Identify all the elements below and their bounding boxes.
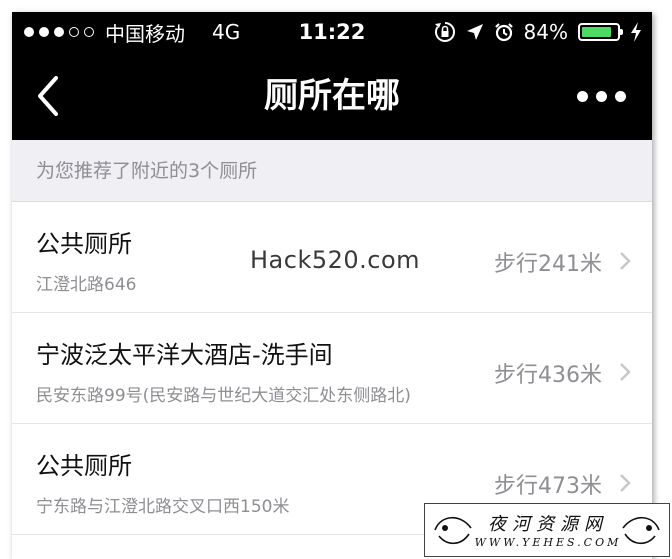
toilet-name: 宁波泛太平洋大酒店-洗手间 [36, 341, 333, 369]
back-chevron-icon[interactable] [30, 72, 70, 120]
more-dot [615, 90, 626, 102]
battery-fill [582, 27, 611, 37]
carrier-name: 中国移动 [105, 21, 185, 46]
network-type: 4G [212, 20, 241, 44]
battery-percent: 84% [523, 20, 568, 44]
toilet-name: 公共厕所 [36, 230, 132, 258]
site-logo: 夜河资源网 WWW.YEHES.COM [424, 503, 670, 557]
walking-distance: 步行241米 [494, 252, 602, 277]
location-arrow-icon [466, 24, 483, 40]
toilet-list: 公共厕所 江澄北路646 步行241米 宁波泛太平洋大酒店-洗手间 民安东路99… [12, 202, 652, 535]
rotation-lock-icon [434, 22, 455, 42]
signal-dot [24, 27, 34, 37]
navigation-bar: 厕所在哪 [12, 52, 652, 140]
app-window: 中国移动 4G 11:22 84% 厕所在哪 为您推荐了附近的3个厕所 公共厕所… [12, 12, 652, 559]
walking-distance: 步行436米 [494, 363, 602, 388]
chevron-right-icon [620, 363, 631, 381]
recommendation-header: 为您推荐了附近的3个厕所 [12, 140, 652, 202]
more-dot [596, 90, 607, 102]
toilet-list-item[interactable]: 公共厕所 江澄北路646 步行241米 [12, 202, 652, 313]
alarm-icon [494, 23, 513, 42]
chevron-right-icon [620, 252, 631, 270]
more-dot [577, 90, 588, 102]
status-bar: 中国移动 4G 11:22 84% [12, 12, 652, 52]
signal-dot [39, 27, 49, 37]
more-options-icon[interactable] [577, 86, 626, 106]
walking-distance: 步行473米 [494, 474, 602, 499]
signal-dot-empty [69, 27, 79, 37]
page-title: 厕所在哪 [264, 76, 400, 116]
battery-icon [578, 23, 623, 41]
toilet-address: 宁东路与江澄北路交叉口西150米 [36, 497, 290, 517]
signal-strength: 中国移动 4G [24, 12, 240, 52]
signal-dot [54, 27, 64, 37]
toilet-list-item[interactable]: 宁波泛太平洋大酒店-洗手间 民安东路99号(民安路与世纪大道交汇处东侧路北) 步… [12, 313, 652, 424]
chevron-right-icon [620, 474, 631, 492]
ornament-right-icon [622, 516, 660, 545]
charging-bolt-icon [631, 22, 641, 42]
toilet-address: 江澄北路646 [36, 275, 137, 295]
toilet-name: 公共厕所 [36, 452, 132, 480]
signal-dot-empty [84, 27, 94, 37]
status-icons: 84% [434, 12, 642, 52]
toilet-address: 民安东路99号(民安路与世纪大道交汇处东侧路北) [36, 386, 411, 406]
